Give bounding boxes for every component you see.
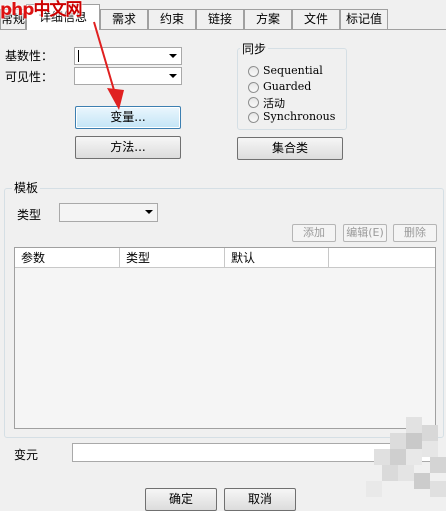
- red-annotation-arrow-icon: [93, 21, 124, 110]
